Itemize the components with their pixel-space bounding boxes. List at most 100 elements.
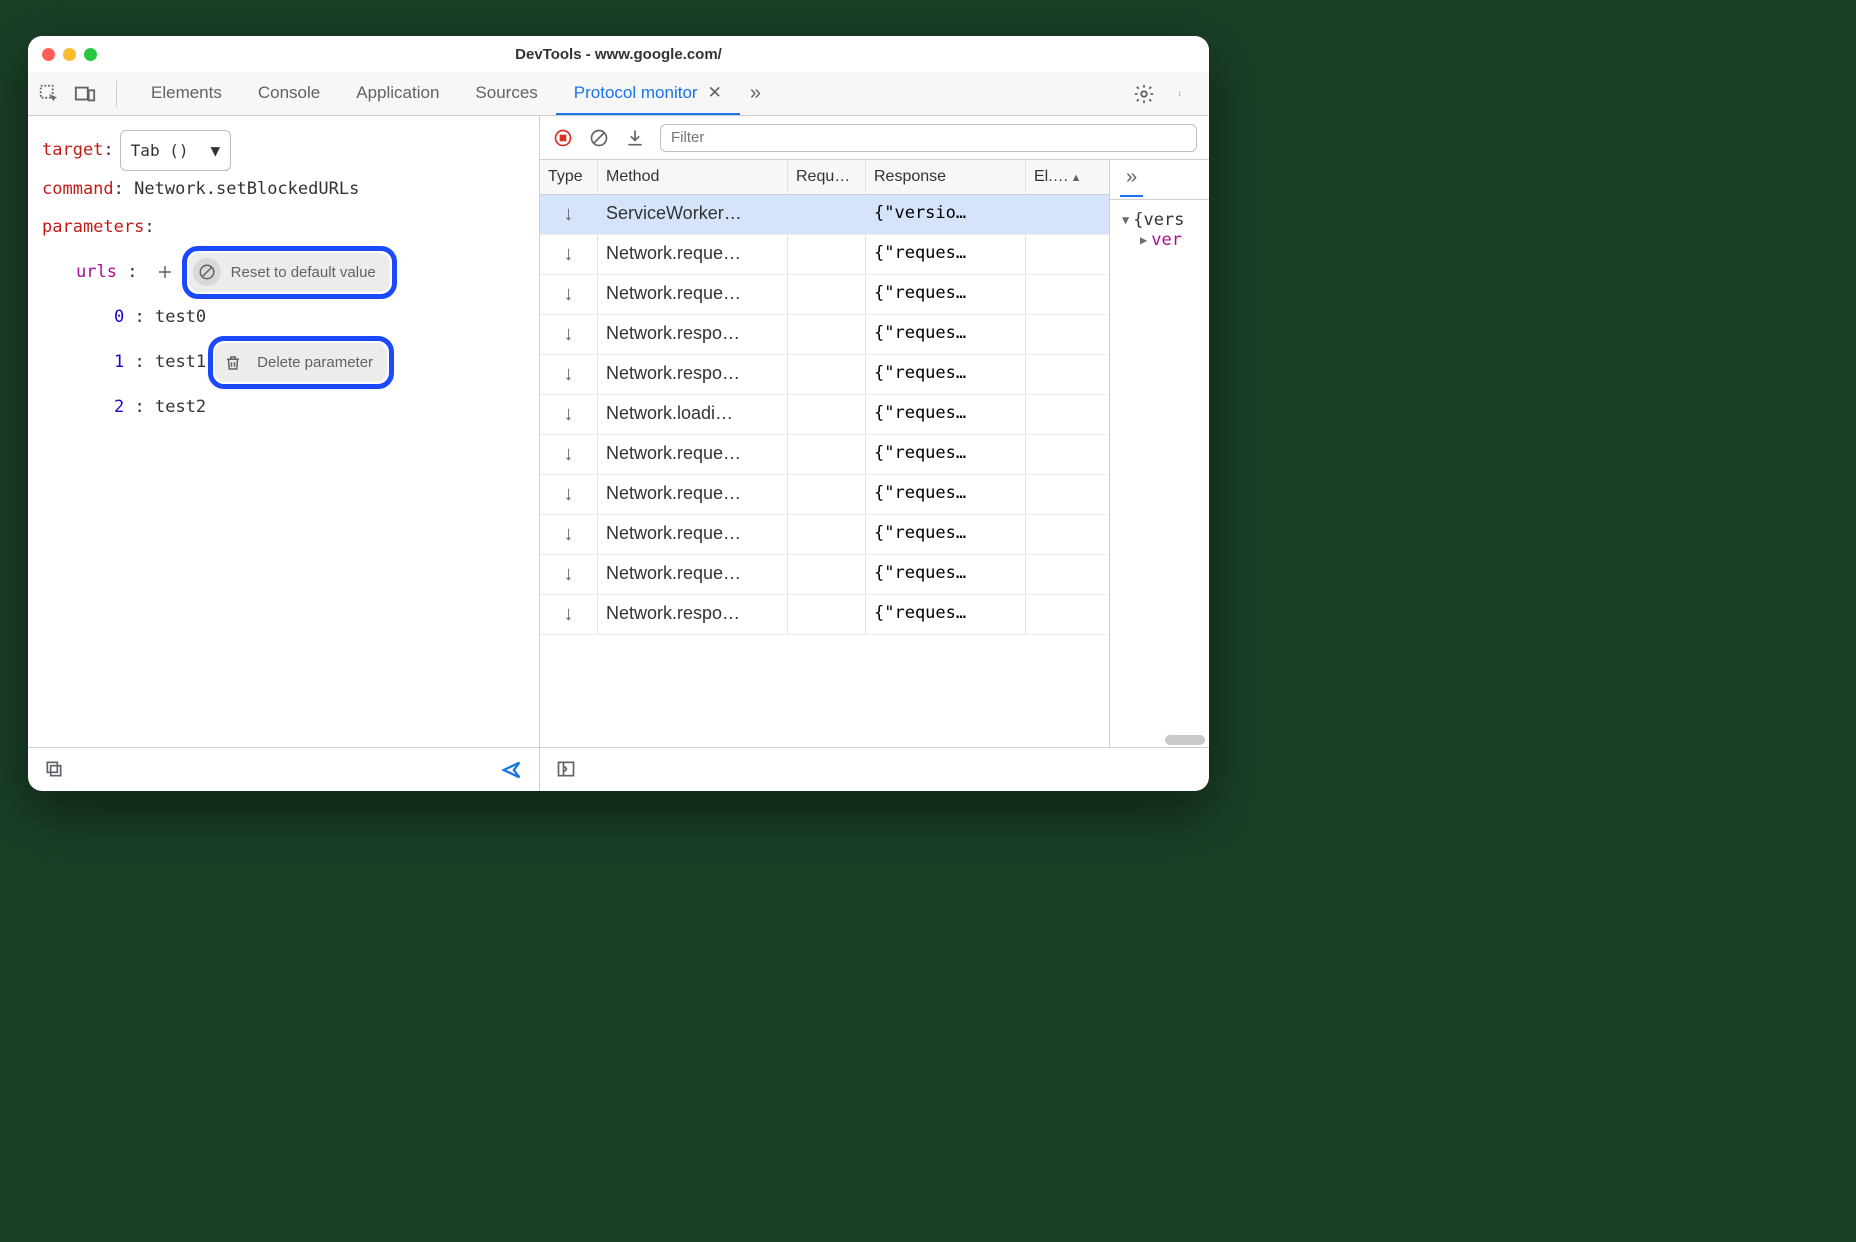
response-cell: {"versio… — [866, 195, 1026, 234]
method-cell: Network.reque… — [598, 435, 788, 474]
device-toolbar-icon[interactable] — [74, 83, 96, 105]
log-row[interactable]: ↓Network.respo… {"reques… — [540, 595, 1109, 635]
more-tabs-icon[interactable]: » — [740, 72, 771, 115]
log-row[interactable]: ↓ServiceWorker…{"versio… — [540, 195, 1109, 235]
tree-child: ver — [1151, 230, 1182, 250]
target-select[interactable]: Tab () ▼ — [120, 130, 231, 171]
clear-icon[interactable] — [588, 127, 610, 149]
response-tree[interactable]: ▼{vers ▶ver — [1110, 200, 1209, 733]
elapsed-cell — [1026, 275, 1096, 314]
command-editor-pane: target: Tab () ▼ command: Network.setBlo… — [28, 116, 540, 791]
col-response[interactable]: Response — [866, 160, 1026, 194]
direction-icon: ↓ — [540, 275, 598, 314]
minimize-window-button[interactable] — [63, 48, 76, 61]
response-cell: {"reques… — [866, 435, 1026, 474]
method-cell: Network.reque… — [598, 475, 788, 514]
triangle-down-icon[interactable]: ▼ — [1122, 213, 1129, 227]
download-icon[interactable] — [624, 127, 646, 149]
log-row[interactable]: ↓Network.reque… {"reques… — [540, 475, 1109, 515]
log-row[interactable]: ↓Network.respo…{"reques… — [540, 315, 1109, 355]
col-method[interactable]: Method — [598, 160, 788, 194]
log-row[interactable]: ↓Network.loadi…{"reques… — [540, 395, 1109, 435]
col-elapsed[interactable]: El.…▲ — [1026, 160, 1096, 194]
command-value[interactable]: Network.setBlockedURLs — [134, 171, 359, 208]
tab-application[interactable]: Application — [338, 72, 457, 115]
grid-header: Type Method Requ… Response El.…▲ — [540, 160, 1109, 195]
col-type[interactable]: Type — [540, 160, 598, 194]
elapsed-cell — [1026, 315, 1096, 354]
window-title: DevTools - www.google.com/ — [28, 46, 1209, 63]
detail-tabbar: » — [1110, 160, 1209, 200]
direction-icon: ↓ — [540, 595, 598, 634]
editor-footer — [28, 747, 539, 791]
request-cell — [788, 435, 866, 474]
settings-icon[interactable] — [1133, 83, 1155, 105]
response-cell: {"reques… — [866, 595, 1026, 634]
reset-to-default-button[interactable]: Reset to default value — [189, 253, 390, 292]
kebab-menu-icon[interactable] — [1171, 83, 1193, 105]
urls-label: urls — [76, 254, 117, 291]
log-footer — [540, 747, 1209, 791]
delete-parameter-button[interactable]: Delete parameter — [215, 343, 387, 382]
toggle-editor-icon[interactable] — [556, 759, 578, 781]
direction-icon: ↓ — [540, 355, 598, 394]
request-cell — [788, 595, 866, 634]
method-cell: Network.respo… — [598, 355, 788, 394]
method-cell: Network.respo… — [598, 595, 788, 634]
tab-console[interactable]: Console — [240, 72, 338, 115]
inspect-element-icon[interactable] — [38, 83, 60, 105]
add-item-icon[interactable] — [154, 261, 176, 283]
array-value[interactable]: test0 — [155, 299, 206, 336]
request-cell — [788, 475, 866, 514]
direction-icon: ↓ — [540, 475, 598, 514]
direction-icon: ↓ — [540, 435, 598, 474]
tab-protocol-monitor[interactable]: Protocol monitor ✕ — [556, 72, 740, 115]
array-index: 2 — [114, 389, 124, 426]
request-cell — [788, 555, 866, 594]
array-value[interactable]: test2 — [155, 389, 206, 426]
close-window-button[interactable] — [42, 48, 55, 61]
target-label: target — [42, 132, 103, 169]
array-index: 1 — [114, 344, 124, 381]
log-row[interactable]: ↓Network.reque…{"reques… — [540, 515, 1109, 555]
tab-sources[interactable]: Sources — [457, 72, 555, 115]
log-row[interactable]: ↓Network.reque…{"reques… — [540, 275, 1109, 315]
direction-icon: ↓ — [540, 555, 598, 594]
tab-elements[interactable]: Elements — [133, 72, 240, 115]
log-row[interactable]: ↓Network.respo… {"reques… — [540, 355, 1109, 395]
copy-icon[interactable] — [44, 759, 66, 781]
array-value[interactable]: test1 — [155, 344, 206, 381]
col-request[interactable]: Requ… — [788, 160, 866, 194]
request-cell — [788, 395, 866, 434]
triangle-right-icon[interactable]: ▶ — [1140, 233, 1147, 247]
filter-input[interactable] — [660, 124, 1197, 152]
sort-icon: ▲ — [1071, 172, 1082, 184]
zoom-window-button[interactable] — [84, 48, 97, 61]
response-cell: {"reques… — [866, 555, 1026, 594]
horizontal-scrollbar-thumb[interactable] — [1165, 735, 1205, 745]
protocol-log-pane: Type Method Requ… Response El.…▲ ↓Servic… — [540, 116, 1209, 791]
reset-highlight: Reset to default value — [182, 246, 397, 299]
block-icon — [193, 258, 221, 286]
request-cell — [788, 355, 866, 394]
devtools-tabbar: Elements Console Application Sources Pro… — [28, 72, 1209, 116]
response-cell: {"reques… — [866, 475, 1026, 514]
elapsed-cell — [1026, 355, 1096, 394]
close-tab-icon[interactable]: ✕ — [708, 83, 722, 103]
chevron-down-icon: ▼ — [210, 133, 220, 168]
more-detail-tabs-icon[interactable]: » — [1120, 162, 1143, 197]
log-row[interactable]: ↓Network.reque…{"reques… — [540, 555, 1109, 595]
elapsed-cell — [1026, 195, 1096, 234]
elapsed-cell — [1026, 395, 1096, 434]
log-row[interactable]: ↓Network.reque…{"reques… — [540, 235, 1109, 275]
record-icon[interactable] — [552, 127, 574, 149]
method-cell: Network.loadi… — [598, 395, 788, 434]
direction-icon: ↓ — [540, 235, 598, 274]
elapsed-cell — [1026, 475, 1096, 514]
request-cell — [788, 235, 866, 274]
log-row[interactable]: ↓Network.reque… {"reques… — [540, 435, 1109, 475]
send-icon[interactable] — [501, 759, 523, 781]
panel-tabs: Elements Console Application Sources Pro… — [133, 72, 740, 115]
grid-body[interactable]: ↓ServiceWorker…{"versio…↓Network.reque…{… — [540, 195, 1109, 747]
response-cell: {"reques… — [866, 355, 1026, 394]
